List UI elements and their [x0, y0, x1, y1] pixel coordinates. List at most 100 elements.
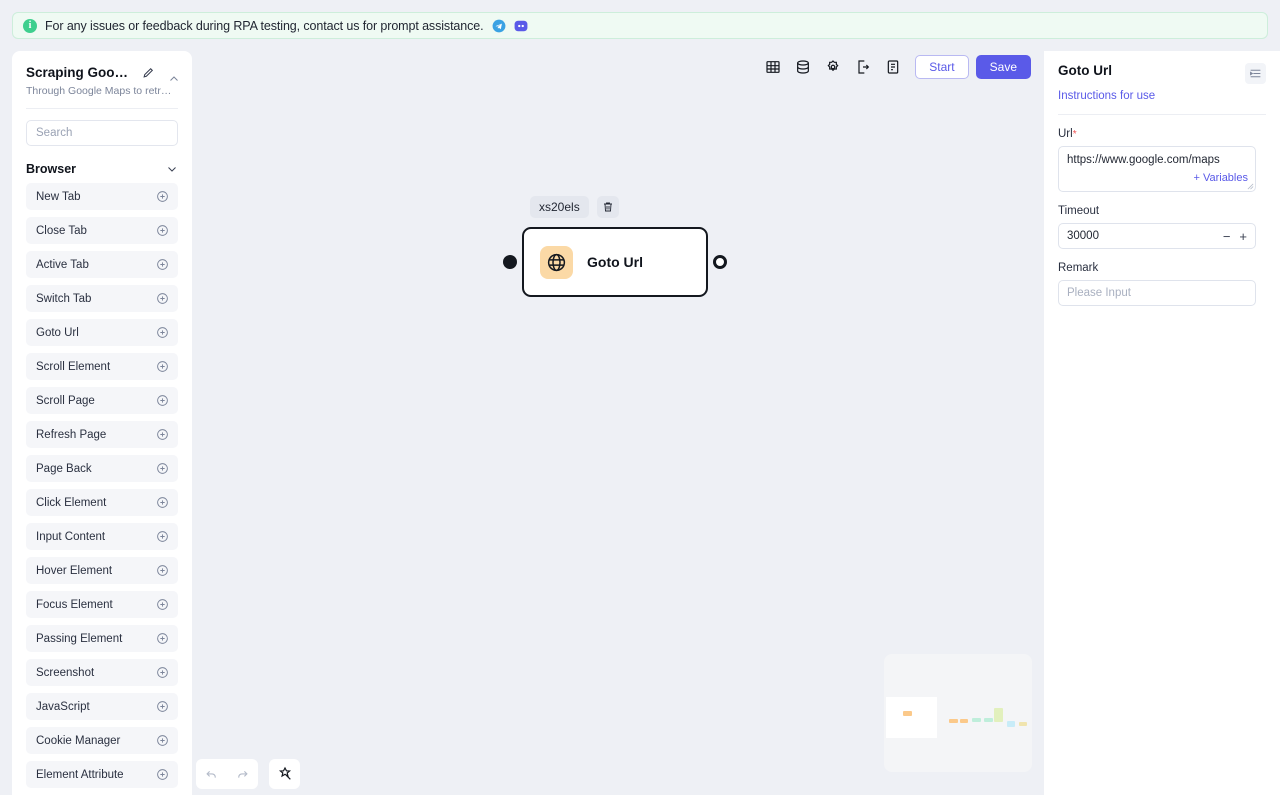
chevron-down-icon[interactable] — [166, 163, 178, 175]
plus-circle-icon[interactable] — [156, 292, 169, 305]
undo-redo-group — [196, 759, 258, 789]
workflow-subtitle: Through Google Maps to retr… — [26, 85, 172, 97]
info-circle-icon: i — [23, 18, 37, 33]
sidebar-item-javascript[interactable]: JavaScript — [26, 693, 178, 720]
sidebar-item-goto-url[interactable]: Goto Url — [26, 319, 178, 346]
plus-circle-icon[interactable] — [156, 224, 169, 237]
sidebar-item-label: Passing Element — [36, 632, 123, 645]
sidebar-item-page-back[interactable]: Page Back — [26, 455, 178, 482]
sidebar-action-list: New Tab Close Tab Active Tab Switch Tab Goto… — [12, 183, 192, 788]
plus-circle-icon[interactable] — [156, 700, 169, 713]
sidebar-item-close-tab[interactable]: Close Tab — [26, 217, 178, 244]
telegram-icon[interactable] — [492, 19, 506, 33]
start-button[interactable]: Start — [915, 55, 969, 79]
node-label: Goto Url — [587, 254, 643, 270]
plus-circle-icon[interactable] — [156, 360, 169, 373]
plus-circle-icon[interactable] — [156, 326, 169, 339]
sidebar-item-scroll-element[interactable]: Scroll Element — [26, 353, 178, 380]
plus-circle-icon[interactable] — [156, 428, 169, 441]
instructions-link[interactable]: Instructions for use — [1058, 90, 1155, 102]
sidebar-item-element-attribute[interactable]: Element Attribute — [26, 761, 178, 788]
sidebar-item-label: New Tab — [36, 190, 81, 203]
plus-circle-icon[interactable] — [156, 496, 169, 509]
url-input[interactable]: https://www.google.com/maps + Variables — [1058, 146, 1256, 192]
node-body[interactable]: Goto Url — [503, 227, 727, 297]
sidebar-item-label: Screenshot — [36, 666, 95, 679]
database-icon[interactable] — [788, 53, 818, 81]
resize-grip-icon[interactable] — [1247, 183, 1254, 190]
sidebar-group-browser[interactable]: Browser — [26, 162, 178, 176]
sidebar-item-click-element[interactable]: Click Element — [26, 489, 178, 516]
timeout-decrement-button[interactable]: − — [1223, 229, 1231, 244]
plus-circle-icon[interactable] — [156, 258, 169, 271]
chevron-up-icon[interactable] — [168, 73, 180, 85]
workflow-title: Scraping Google… — [26, 65, 136, 80]
plus-circle-icon[interactable] — [156, 530, 169, 543]
connection-handle-out[interactable] — [713, 255, 727, 269]
save-button[interactable]: Save — [975, 55, 1031, 79]
gear-icon[interactable] — [818, 53, 848, 81]
minimap-node — [1007, 721, 1015, 727]
plus-circle-icon[interactable] — [156, 598, 169, 611]
redo-button[interactable] — [227, 759, 258, 789]
panel-collapse-icon[interactable] — [1245, 63, 1266, 84]
sidebar-item-input-content[interactable]: Input Content — [26, 523, 178, 550]
undo-button[interactable] — [196, 759, 227, 789]
minimap[interactable] — [884, 654, 1032, 772]
timeout-increment-button[interactable]: + — [1239, 229, 1247, 244]
sidebar-group-label: Browser — [26, 162, 77, 176]
sidebar-item-scroll-page[interactable]: Scroll Page — [26, 387, 178, 414]
sidebar-item-label: Hover Element — [36, 564, 113, 577]
pencil-icon[interactable] — [142, 66, 155, 79]
plus-circle-icon[interactable] — [156, 394, 169, 407]
plus-circle-icon[interactable] — [156, 462, 169, 475]
plus-circle-icon[interactable] — [156, 564, 169, 577]
export-file-icon[interactable] — [848, 53, 878, 81]
search-input[interactable] — [26, 120, 178, 146]
sidebar-item-label: Switch Tab — [36, 292, 92, 305]
node-delete-button[interactable] — [596, 196, 619, 218]
node-id-chip: xs20els — [530, 196, 589, 218]
plus-circle-icon[interactable] — [156, 734, 169, 747]
magic-wand-icon — [278, 766, 291, 780]
sidebar-item-label: Element Attribute — [36, 768, 124, 781]
workflow-canvas[interactable]: xs20els Goto Url — [192, 51, 1044, 795]
connection-handle-in[interactable] — [503, 255, 517, 269]
add-variables-link[interactable]: + Variables — [1190, 171, 1248, 186]
workflow-node-goto-url[interactable]: xs20els Goto Url — [503, 196, 727, 297]
plus-circle-icon[interactable] — [156, 768, 169, 781]
sidebar-item-label: Goto Url — [36, 326, 79, 339]
minimap-node — [984, 718, 993, 722]
left-sidebar: Scraping Google… Through Google Maps to … — [12, 51, 192, 795]
redo-icon — [238, 770, 248, 778]
sidebar-item-active-tab[interactable]: Active Tab — [26, 251, 178, 278]
sidebar-item-label: Focus Element — [36, 598, 113, 611]
sidebar-item-cookie-manager[interactable]: Cookie Manager — [26, 727, 178, 754]
timeout-stepper[interactable]: 30000 − + — [1058, 223, 1256, 249]
sidebar-item-label: Close Tab — [36, 224, 87, 237]
auto-layout-button[interactable] — [269, 759, 300, 789]
sidebar-item-label: Click Element — [36, 496, 107, 509]
magic-group — [269, 759, 300, 789]
plus-circle-icon[interactable] — [156, 632, 169, 645]
sidebar-item-new-tab[interactable]: New Tab — [26, 183, 178, 210]
sidebar-item-screenshot[interactable]: Screenshot — [26, 659, 178, 686]
plus-circle-icon[interactable] — [156, 190, 169, 203]
remark-field-label: Remark — [1058, 262, 1099, 274]
plus-circle-icon[interactable] — [156, 666, 169, 679]
sidebar-item-focus-element[interactable]: Focus Element — [26, 591, 178, 618]
remark-placeholder: Please Input — [1067, 287, 1131, 299]
discord-icon[interactable] — [514, 19, 528, 33]
notification-banner: i For any issues or feedback during RPA … — [12, 12, 1268, 39]
table-icon[interactable] — [758, 53, 788, 81]
remark-input[interactable]: Please Input — [1058, 280, 1256, 306]
sidebar-item-hover-element[interactable]: Hover Element — [26, 557, 178, 584]
minimap-node — [972, 718, 981, 722]
sidebar-item-switch-tab[interactable]: Switch Tab — [26, 285, 178, 312]
url-value: https://www.google.com/maps — [1067, 154, 1220, 166]
sidebar-item-refresh-page[interactable]: Refresh Page — [26, 421, 178, 448]
document-icon[interactable] — [878, 53, 908, 81]
canvas-controls — [196, 759, 300, 789]
sidebar-item-label: Cookie Manager — [36, 734, 121, 747]
sidebar-item-passing-element[interactable]: Passing Element — [26, 625, 178, 652]
